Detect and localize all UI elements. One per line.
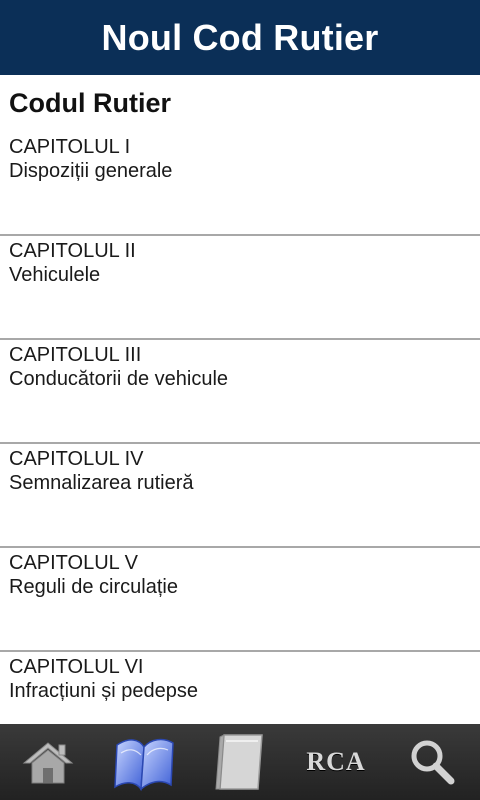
chapter-label: CAPITOLUL I: [9, 136, 131, 158]
bottom-tab-bar: RCA: [0, 724, 480, 800]
chapter-title: Conducătorii de vehicule: [9, 368, 229, 390]
tab-book[interactable]: [200, 724, 280, 800]
tab-chapters[interactable]: [104, 724, 184, 800]
chapter-item-5[interactable]: CAPITOLUL V Reguli de circulație: [0, 548, 480, 652]
tab-home[interactable]: [8, 724, 88, 800]
open-book-icon: [114, 738, 174, 792]
section-title: Codul Rutier: [9, 88, 171, 118]
tab-rca[interactable]: RCA: [296, 724, 376, 800]
home-icon: [22, 742, 74, 784]
app-header: Noul Cod Rutier: [0, 0, 480, 75]
search-icon: [411, 740, 455, 785]
chapter-item-2[interactable]: CAPITOLUL II Vehiculele: [0, 236, 480, 340]
chapter-item-1[interactable]: CAPITOLUL I Dispoziții generale: [0, 132, 480, 236]
chapter-label: CAPITOLUL III: [9, 344, 142, 366]
chapter-title: Infracțiuni și pedepse: [9, 680, 199, 702]
tab-search[interactable]: [392, 724, 472, 800]
chapter-label: CAPITOLUL IV: [9, 448, 144, 470]
chapter-label: CAPITOLUL V: [9, 552, 138, 574]
closed-book-icon: [215, 734, 263, 790]
chapter-item-4[interactable]: CAPITOLUL IV Semnalizarea rutieră: [0, 444, 480, 548]
app-title: Noul Cod Rutier: [101, 16, 379, 58]
chapter-list: CAPITOLUL I Dispoziții generale CAPITOLU…: [0, 132, 480, 756]
chapter-item-3[interactable]: CAPITOLUL III Conducătorii de vehicule: [0, 340, 480, 444]
chapter-title: Semnalizarea rutieră: [9, 472, 194, 494]
chapter-label: CAPITOLUL VI: [9, 656, 144, 678]
chapter-title: Dispoziții generale: [9, 160, 173, 182]
chapter-title: Reguli de circulație: [9, 576, 178, 598]
chapter-title: Vehiculele: [9, 264, 101, 286]
rca-icon: RCA: [306, 747, 366, 776]
chapter-label: CAPITOLUL II: [9, 240, 136, 262]
